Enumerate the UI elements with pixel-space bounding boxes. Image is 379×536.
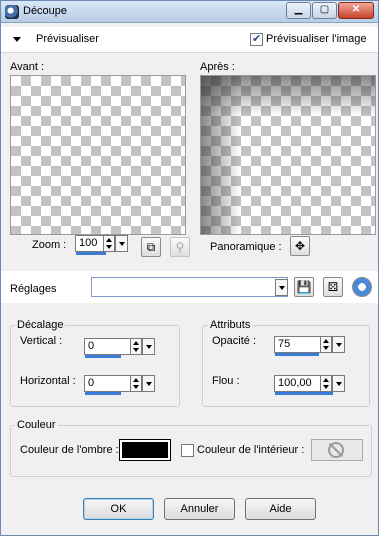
shadow-left — [201, 76, 241, 234]
vertical-spinner[interactable]: 0 — [84, 338, 142, 358]
zoom-label: Zoom : — [32, 239, 67, 251]
ok-button[interactable]: OK — [83, 498, 154, 520]
zoom-spinner[interactable]: 100 — [75, 235, 115, 255]
blur-bar — [275, 392, 333, 395]
shadow-color-label: Couleur de l'ombre : — [20, 444, 119, 456]
title-bar[interactable]: Découpe ▁ ▢ ✕ — [1, 1, 378, 23]
presets-combo[interactable] — [91, 277, 288, 297]
inner-color-checkbox[interactable] — [181, 444, 194, 457]
shadow-color-swatch[interactable] — [119, 439, 171, 461]
blur-spin-arrows[interactable] — [320, 375, 332, 392]
presets-dropdown[interactable] — [275, 279, 288, 296]
reset-arrow-icon[interactable] — [352, 277, 372, 297]
presets-label: Réglages — [10, 283, 57, 295]
zoom-value: 100 — [79, 237, 98, 249]
fit-window-icon[interactable]: ⧉ — [141, 237, 161, 257]
close-button[interactable]: ✕ — [338, 2, 374, 19]
preview-toggle-label[interactable]: Prévisualiser — [36, 33, 99, 45]
attributes-title: Attributs — [208, 319, 253, 331]
window-title: Découpe — [23, 5, 68, 17]
vertical-label: Vertical : — [20, 335, 63, 347]
zoom-spin-arrows[interactable] — [103, 235, 115, 252]
opacity-bar — [275, 353, 319, 356]
save-disk-icon[interactable]: 💾 — [294, 277, 314, 297]
opacity-spinner[interactable]: 75 — [274, 336, 332, 356]
vertical-value: 0 — [88, 340, 95, 352]
dice-icon[interactable]: ⚄ — [323, 277, 343, 297]
blur-spinner[interactable]: 100,00 — [274, 375, 333, 395]
zoom-bar — [76, 252, 106, 255]
horizontal-spin-arrows[interactable] — [130, 375, 142, 392]
collapse-triangle-icon[interactable] — [13, 37, 21, 42]
before-label: Avant : — [10, 61, 45, 73]
inner-color-label[interactable]: Couleur de l'intérieur : — [197, 444, 304, 456]
preview-image-checkbox[interactable] — [250, 32, 263, 46]
horizontal-value: 0 — [88, 377, 95, 389]
cancel-button[interactable]: Annuler — [164, 498, 235, 520]
vertical-spin-arrows[interactable] — [130, 338, 142, 355]
zoom-magnifier-icon: ⚲ — [170, 237, 190, 257]
minimize-button[interactable]: ▁ — [286, 2, 311, 19]
blur-dropdown[interactable] — [332, 375, 345, 392]
blur-value: 100,00 — [278, 377, 312, 389]
color-title: Couleur — [15, 419, 58, 431]
blur-label: Flou : — [212, 375, 240, 387]
after-label: Après : — [200, 61, 235, 73]
maximize-button[interactable]: ▢ — [312, 2, 337, 19]
pan-label: Panoramique : — [210, 241, 282, 253]
horizontal-dropdown[interactable] — [142, 375, 155, 392]
horizontal-spinner[interactable]: 0 — [84, 375, 142, 395]
window: Découpe ▁ ▢ ✕ Prévisualiser Prévisualise… — [0, 0, 379, 536]
offset-title: Décalage — [15, 319, 66, 331]
before-preview[interactable] — [10, 75, 186, 235]
opacity-value: 75 — [278, 338, 291, 350]
help-button[interactable]: Aide — [245, 498, 316, 520]
no-sign-icon — [328, 442, 344, 458]
horizontal-label: Horizontal : — [20, 375, 76, 387]
move-crosshair-icon[interactable]: ✥ — [290, 236, 310, 256]
app-icon — [5, 5, 19, 19]
preview-image-label[interactable]: Prévisualiser l'image — [266, 33, 367, 45]
opacity-spin-arrows[interactable] — [320, 336, 332, 353]
vertical-bar — [85, 355, 121, 358]
opacity-label: Opacité : — [212, 335, 257, 347]
vertical-dropdown[interactable] — [142, 338, 155, 355]
inner-color-swatch — [311, 439, 363, 461]
zoom-dropdown[interactable] — [115, 235, 128, 252]
preview-bar: Prévisualiser Prévisualiser l'image — [1, 27, 378, 53]
opacity-dropdown[interactable] — [332, 336, 345, 353]
after-preview[interactable] — [200, 75, 376, 235]
horizontal-bar — [85, 392, 121, 395]
